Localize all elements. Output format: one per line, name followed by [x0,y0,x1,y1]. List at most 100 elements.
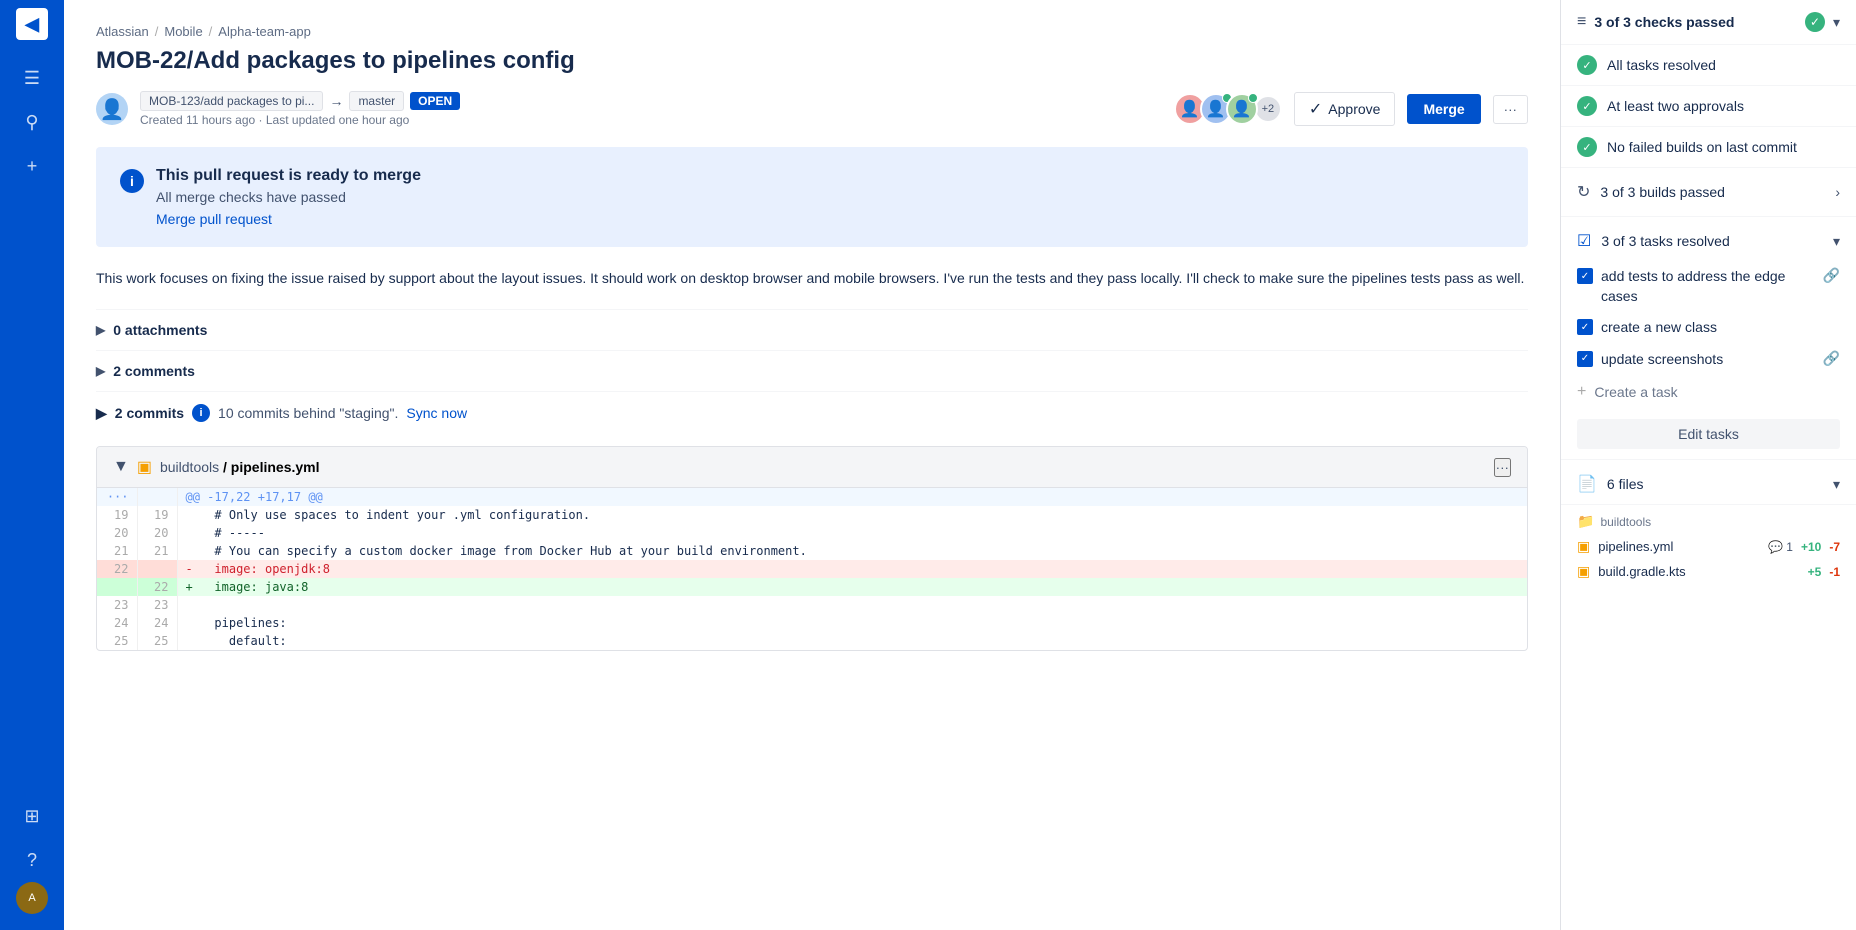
more-options-button[interactable]: ··· [1493,95,1528,124]
files-chevron[interactable]: ▾ [1833,476,1840,493]
create-icon[interactable]: + [12,146,52,186]
file-row-gradle[interactable]: ▣ build.gradle.kts +5 -1 [1577,559,1840,584]
file-row-gradle-name: build.gradle.kts [1598,564,1799,579]
builds-refresh-icon: ↻ [1577,182,1590,202]
task-checkbox-0[interactable]: ✓ [1577,268,1593,284]
checks-summary: 3 of 3 checks passed [1594,14,1734,30]
folder-name: buildtools [1600,515,1651,529]
create-task-label: Create a task [1594,384,1677,400]
pr-status-badge: OPEN [410,92,460,110]
approve-button[interactable]: ✓ Approve [1294,92,1396,126]
commits-row[interactable]: ▶ 2 commits i 10 commits behind "staging… [96,391,1528,434]
comments-chevron: ▶ [96,364,105,378]
branch-from[interactable]: MOB-123/add packages to pi... [140,91,323,111]
commits-behind-text: 10 commits behind "staging". [218,405,398,421]
file-group-name: 📁 buildtools [1577,513,1840,530]
task-checkbox-2[interactable]: ✓ [1577,351,1593,367]
checks-chevron[interactable]: ▾ [1833,14,1840,31]
page-title: MOB-22/Add packages to pipelines config [96,47,1528,75]
info-icon: i [120,169,144,193]
tasks-section: ☑ 3 of 3 tasks resolved ▾ ✓ add tests to… [1561,217,1856,460]
attachments-chevron: ▶ [96,323,105,337]
checks-header[interactable]: ≡ 3 of 3 checks passed ✓ ▾ [1561,0,1856,45]
commits-label: 2 commits [115,405,184,421]
builds-chevron[interactable]: › [1835,184,1840,200]
comments-row[interactable]: ▶ 2 comments [96,350,1528,391]
branch-to[interactable]: master [349,91,404,111]
file-row-pipelines[interactable]: ▣ pipelines.yml 💬 1 +10 -7 [1577,534,1840,559]
banner-title: This pull request is ready to merge [156,167,421,185]
approve-check-icon: ✓ [1309,99,1322,119]
files-header[interactable]: 📄 6 files ▾ [1561,460,1856,505]
pr-meta-row: 👤 MOB-123/add packages to pi... → master… [96,91,1528,127]
hunk-line-num-l: ··· [97,488,137,506]
breadcrumb-mobile[interactable]: Mobile [164,24,202,39]
file-row-pipelines-icon: ▣ [1577,538,1590,555]
diff-more-button[interactable]: ··· [1494,458,1511,477]
content-panel: Atlassian / Mobile / Alpha-team-app MOB-… [64,0,1560,930]
task-label-0: add tests to address the edge cases [1601,267,1815,306]
task-item-1: ✓ create a new class [1561,312,1856,344]
user-avatar[interactable]: A [16,882,48,914]
create-task-row[interactable]: + Create a task [1561,375,1856,409]
folder-icon: 📁 [1577,513,1594,530]
grid-icon[interactable]: ⊞ [12,796,52,836]
diff-collapse-button[interactable]: ▼ [113,458,129,476]
diff-container: ▼ ▣ buildtools / pipelines.yml ··· ··· @… [96,446,1528,651]
pr-dates: Created 11 hours ago · Last updated one … [140,113,1162,127]
task-item-0: ✓ add tests to address the edge cases 🔗 [1561,261,1856,312]
check-tasks-label: All tasks resolved [1607,57,1716,73]
check-builds-icon: ✓ [1577,137,1597,157]
comment-bubble-icon: 💬 [1768,540,1783,554]
task-link-icon-0[interactable]: 🔗 [1823,267,1840,284]
task-label-1: create a new class [1601,318,1840,338]
merge-button[interactable]: Merge [1407,94,1480,124]
author-avatar: 👤 [96,93,128,125]
help-icon[interactable]: ? [12,840,52,880]
file-row-pipelines-name: pipelines.yml [1598,539,1760,554]
check-approvals-label: At least two approvals [1607,98,1744,114]
merge-pull-request-link[interactable]: Merge pull request [156,211,272,227]
tasks-header[interactable]: ☑ 3 of 3 tasks resolved ▾ [1561,217,1856,261]
files-count: 6 files [1607,476,1644,492]
reviewer-3: 👤 [1226,93,1258,125]
check-approvals-icon: ✓ [1577,96,1597,116]
diff-line-del-22: 22 - image: openjdk:8 [97,560,1527,578]
search-icon[interactable]: ⚲ [12,102,52,142]
file-row-pipelines-add: +10 [1801,540,1821,554]
builds-summary: 3 of 3 builds passed [1600,184,1725,200]
breadcrumb-atlassian[interactable]: Atlassian [96,24,149,39]
check-tasks-icon: ✓ [1577,55,1597,75]
diff-line-19-l: 19 19 # Only use spaces to indent your .… [97,506,1527,524]
logo[interactable]: ◀ [16,8,48,40]
sync-now-link[interactable]: Sync now [406,405,467,421]
diff-filepath: buildtools / pipelines.yml [160,459,320,475]
builds-section-row[interactable]: ↻ 3 of 3 builds passed › [1561,168,1856,217]
file-row-gradle-add: +5 [1808,565,1822,579]
file-group-buildtools: 📁 buildtools ▣ pipelines.yml 💬 1 +10 -7 … [1561,505,1856,588]
task-checkbox-1[interactable]: ✓ [1577,319,1593,335]
create-task-plus-icon: + [1577,383,1586,401]
diff-line-24: 24 24 pipelines: [97,614,1527,632]
left-sidebar: ◀ ☰ ⚲ + ⊞ ? A [0,0,64,930]
breadcrumb-alpha[interactable]: Alpha-team-app [218,24,311,39]
file-row-gradle-icon: ▣ [1577,563,1590,580]
attachments-label: 0 attachments [113,322,207,338]
tasks-chevron[interactable]: ▾ [1833,233,1840,250]
diff-line-23: 23 23 [97,596,1527,614]
checks-status-icon: ✓ [1805,12,1825,32]
diff-file-icon: ▣ [137,457,152,477]
hamburger-icon[interactable]: ☰ [12,58,52,98]
reviewer-avatars: 👤 👤 👤 +2 [1174,93,1282,125]
checks-list-icon: ≡ [1577,13,1586,31]
diff-header: ▼ ▣ buildtools / pipelines.yml ··· [97,447,1527,488]
reviewer-plus-count: +2 [1254,95,1282,123]
file-row-pipelines-comment: 💬 1 [1768,540,1793,554]
right-sidebar: ≡ 3 of 3 checks passed ✓ ▾ ✓ All tasks r… [1560,0,1856,930]
attachments-row[interactable]: ▶ 0 attachments [96,309,1528,350]
edit-tasks-button[interactable]: Edit tasks [1577,419,1840,449]
breadcrumb-sep-1: / [155,24,159,39]
breadcrumb: Atlassian / Mobile / Alpha-team-app [96,24,1528,39]
ready-to-merge-banner: i This pull request is ready to merge Al… [96,147,1528,247]
task-link-icon-2[interactable]: 🔗 [1823,350,1840,367]
